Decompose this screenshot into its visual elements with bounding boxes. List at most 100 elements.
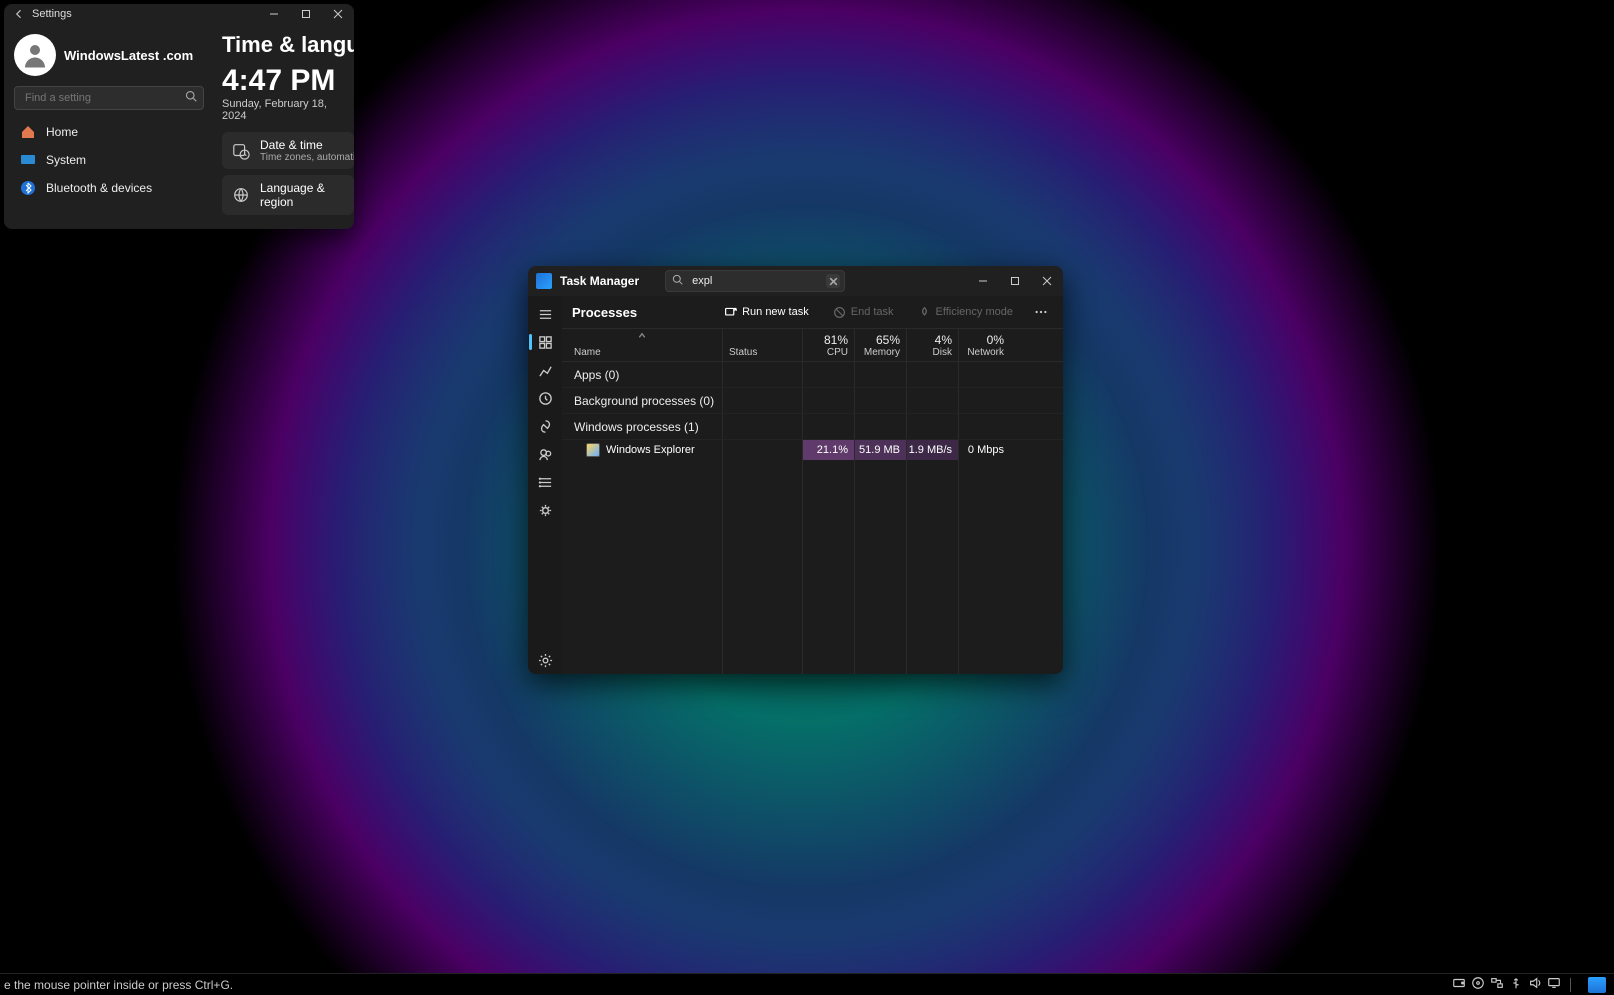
task-manager-window: Task Manager	[528, 266, 1063, 674]
maximize-button[interactable]	[290, 4, 322, 24]
sidebar-users-icon[interactable]	[528, 440, 562, 468]
home-icon	[20, 124, 36, 140]
settings-window-controls	[258, 4, 354, 24]
sidebar-settings-icon[interactable]	[528, 646, 562, 674]
column-name[interactable]: Name	[562, 329, 722, 361]
settings-title: Settings	[32, 8, 72, 20]
sidebar-history-icon[interactable]	[528, 384, 562, 412]
cpu-percent: 81%	[824, 333, 848, 347]
clock-time: 4:47 PM	[222, 64, 354, 98]
avatar-icon	[14, 34, 56, 76]
tray-sound-icon[interactable]	[1528, 976, 1542, 993]
settings-right-pane: Time & language 4:47 PM Sunday, February…	[214, 24, 354, 229]
process-net-cell: 0 Mbps	[958, 440, 1010, 460]
nav-bluetooth-label: Bluetooth & devices	[46, 181, 152, 195]
tm-table-header[interactable]: Name Status 81% CPU 65% Memory 4%	[562, 328, 1063, 362]
language-region-card[interactable]: Language & region	[222, 175, 354, 215]
search-icon	[672, 272, 683, 290]
tm-search-input[interactable]	[690, 274, 820, 288]
language-icon	[232, 185, 250, 205]
settings-search[interactable]	[14, 86, 204, 110]
sidebar-processes-icon[interactable]	[528, 328, 562, 356]
end-task-button: End task	[825, 302, 902, 323]
nav-system[interactable]: System	[14, 146, 204, 174]
column-status-label: Status	[729, 347, 757, 358]
tray-optical-icon[interactable]	[1471, 976, 1485, 993]
close-button[interactable]	[322, 4, 354, 24]
tm-table: Name Status 81% CPU 65% Memory 4%	[562, 328, 1063, 674]
process-cpu-cell: 21.1%	[802, 440, 854, 460]
run-new-task-button[interactable]: Run new task	[716, 302, 817, 323]
vm-status-bar: e the mouse pointer inside or press Ctrl…	[0, 973, 1614, 995]
tray-disk-icon[interactable]	[1452, 976, 1466, 993]
bluetooth-icon	[20, 180, 36, 196]
date-time-sub: Time zones, automatic	[260, 152, 354, 163]
efficiency-mode-button: Efficiency mode	[910, 302, 1021, 323]
sidebar-performance-icon[interactable]	[528, 356, 562, 384]
nav-home[interactable]: Home	[14, 118, 204, 146]
tm-window-controls	[967, 266, 1063, 296]
tm-titlebar[interactable]: Task Manager	[528, 266, 1063, 296]
nav-home-label: Home	[46, 125, 78, 139]
date-time-title: Date & time	[260, 138, 354, 152]
tray-divider	[1570, 978, 1571, 992]
sort-indicator-icon	[638, 331, 647, 343]
hamburger-icon[interactable]	[528, 300, 562, 328]
column-status[interactable]: Status	[722, 329, 802, 361]
tray-display-icon[interactable]	[1547, 976, 1561, 993]
settings-titlebar[interactable]: Settings	[4, 4, 354, 24]
process-name: Windows Explorer	[606, 444, 695, 456]
language-region-title: Language & region	[260, 181, 344, 209]
disk-percent: 4%	[935, 333, 952, 347]
memory-percent: 65%	[876, 333, 900, 347]
network-label: Network	[967, 347, 1004, 358]
tm-rows: Apps (0) Background processes (0) Window…	[562, 362, 1063, 674]
group-apps[interactable]: Apps (0)	[562, 362, 1063, 388]
sidebar-services-icon[interactable]	[528, 496, 562, 524]
system-icon	[20, 152, 36, 168]
network-percent: 0%	[987, 333, 1004, 347]
process-mem-cell: 51.9 MB	[854, 440, 906, 460]
nav-bluetooth[interactable]: Bluetooth & devices	[14, 174, 204, 202]
process-row[interactable]: Windows Explorer 21.1% 51.9 MB 1.9 MB/s …	[562, 440, 1063, 460]
date-time-card[interactable]: Date & time Time zones, automatic	[222, 132, 354, 169]
column-network[interactable]: 0% Network	[958, 329, 1010, 361]
maximize-button[interactable]	[999, 266, 1031, 296]
tm-search[interactable]	[665, 270, 845, 292]
task-manager-app-icon	[536, 273, 552, 289]
column-disk[interactable]: 4% Disk	[906, 329, 958, 361]
more-options-icon[interactable]	[1029, 300, 1053, 324]
tray-taskmgr-icon[interactable]	[1588, 977, 1606, 993]
back-arrow-icon[interactable]	[12, 7, 26, 21]
minimize-button[interactable]	[967, 266, 999, 296]
tm-main: Processes Run new task End task Efficien…	[562, 296, 1063, 674]
search-icon	[185, 89, 197, 107]
tm-title: Task Manager	[560, 274, 639, 288]
group-background[interactable]: Background processes (0)	[562, 388, 1063, 414]
tray-usb-icon[interactable]	[1509, 976, 1523, 993]
tray-network-icon[interactable]	[1490, 976, 1504, 993]
group-windows[interactable]: Windows processes (1)	[562, 414, 1063, 440]
process-name-cell: Windows Explorer	[562, 443, 802, 457]
clear-search-icon[interactable]	[826, 274, 840, 288]
memory-label: Memory	[864, 347, 900, 358]
tm-page-title: Processes	[572, 305, 637, 320]
tm-toolbar: Processes Run new task End task Efficien…	[562, 296, 1063, 328]
sidebar-details-icon[interactable]	[528, 468, 562, 496]
account-name: WindowsLatest .com	[64, 48, 193, 63]
explorer-icon	[586, 443, 600, 457]
sidebar-startup-icon[interactable]	[528, 412, 562, 440]
vm-hint-text: e the mouse pointer inside or press Ctrl…	[4, 978, 233, 992]
column-memory[interactable]: 65% Memory	[854, 329, 906, 361]
page-title: Time & language	[222, 32, 354, 58]
settings-search-input[interactable]	[23, 91, 179, 105]
vm-tray	[1452, 976, 1610, 993]
settings-left-pane: WindowsLatest .com Home System	[4, 24, 214, 229]
close-button[interactable]	[1031, 266, 1063, 296]
nav-system-label: System	[46, 153, 86, 167]
minimize-button[interactable]	[258, 4, 290, 24]
process-disk-cell: 1.9 MB/s	[906, 440, 958, 460]
account-row[interactable]: WindowsLatest .com	[14, 30, 204, 86]
column-cpu[interactable]: 81% CPU	[802, 329, 854, 361]
disk-label: Disk	[933, 347, 952, 358]
